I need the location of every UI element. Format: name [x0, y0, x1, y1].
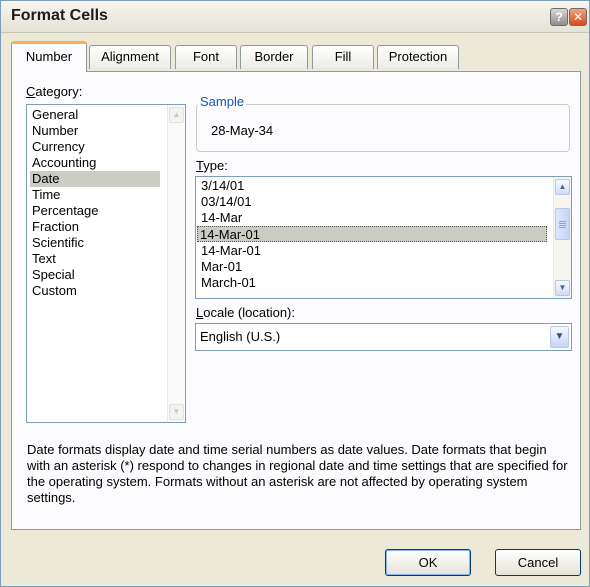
- category-item-fraction[interactable]: Fraction: [30, 219, 81, 235]
- category-item-custom[interactable]: Custom: [30, 283, 79, 299]
- tab-strip: Number Alignment Font Border Fill Protec…: [11, 41, 581, 72]
- scroll-up-icon[interactable]: ▲: [169, 107, 184, 123]
- type-item[interactable]: 03/14/01: [199, 194, 254, 210]
- type-item[interactable]: 14-Mar-01: [199, 243, 263, 259]
- close-icon[interactable]: ✕: [569, 8, 587, 26]
- category-item-scientific[interactable]: Scientific: [30, 235, 86, 251]
- category-label: Category:: [26, 84, 83, 99]
- cancel-button[interactable]: Cancel: [495, 549, 581, 576]
- category-scrollbar[interactable]: ▲ ▼: [167, 105, 185, 422]
- type-item[interactable]: 3/14/01: [199, 178, 246, 194]
- category-item-general[interactable]: General: [30, 107, 80, 123]
- number-tab-panel: Category: General Number Currency Accoun…: [11, 71, 581, 530]
- scroll-down-icon[interactable]: ▼: [555, 280, 570, 296]
- locale-label: Locale (location):: [196, 305, 296, 320]
- type-item-selected[interactable]: 14-Mar-01: [197, 226, 547, 242]
- window-title: Format Cells: [11, 7, 108, 24]
- type-scrollbar[interactable]: ▲ ▼: [553, 177, 571, 298]
- category-item-text[interactable]: Text: [30, 251, 58, 267]
- type-label: Type:: [196, 158, 228, 173]
- type-item[interactable]: March-01: [199, 275, 258, 291]
- scroll-up-icon[interactable]: ▲: [555, 179, 570, 195]
- tab-number[interactable]: Number: [11, 41, 87, 72]
- category-item-currency[interactable]: Currency: [30, 139, 87, 155]
- category-item-special[interactable]: Special: [30, 267, 77, 283]
- ok-button[interactable]: OK: [385, 549, 471, 576]
- tab-fill[interactable]: Fill: [312, 45, 374, 69]
- type-item[interactable]: Mar-01: [199, 259, 244, 275]
- category-item-date[interactable]: Date: [30, 171, 160, 187]
- chevron-down-icon[interactable]: ▼: [550, 326, 569, 348]
- category-item-time[interactable]: Time: [30, 187, 62, 203]
- sample-groupbox: 28-May-34: [196, 104, 570, 152]
- locale-dropdown[interactable]: English (U.S.) ▼: [195, 323, 572, 351]
- title-bar[interactable]: Format Cells ? ✕: [1, 1, 589, 33]
- tab-alignment[interactable]: Alignment: [89, 45, 171, 69]
- help-icon[interactable]: ?: [550, 8, 568, 26]
- scroll-thumb[interactable]: [555, 208, 570, 240]
- category-item-accounting[interactable]: Accounting: [30, 155, 98, 171]
- type-listbox[interactable]: 3/14/01 03/14/01 14-Mar 14-Mar-01 14-Mar…: [195, 176, 572, 299]
- tab-protection[interactable]: Protection: [377, 45, 459, 69]
- sample-legend: Sample: [198, 94, 247, 109]
- sample-value: 28-May-34: [211, 123, 274, 138]
- format-description: Date formats display date and time seria…: [27, 442, 568, 505]
- category-item-percentage[interactable]: Percentage: [30, 203, 101, 219]
- tab-border[interactable]: Border: [240, 45, 308, 69]
- scroll-down-icon[interactable]: ▼: [169, 404, 184, 420]
- category-item-number[interactable]: Number: [30, 123, 80, 139]
- tab-font[interactable]: Font: [175, 45, 237, 69]
- format-cells-dialog: Format Cells ? ✕ Number Alignment Font B…: [0, 0, 590, 587]
- category-listbox[interactable]: General Number Currency Accounting Date …: [26, 104, 186, 423]
- type-item[interactable]: 14-Mar: [199, 210, 244, 226]
- locale-value: English (U.S.): [200, 329, 281, 344]
